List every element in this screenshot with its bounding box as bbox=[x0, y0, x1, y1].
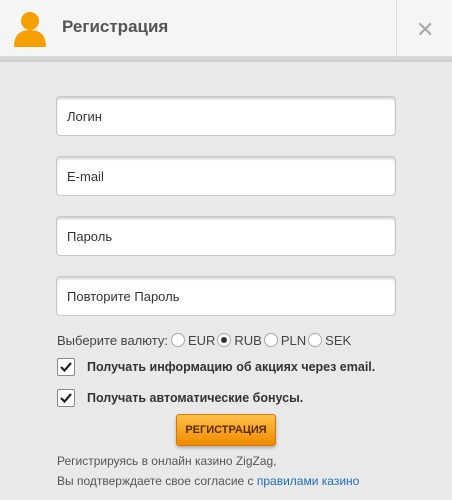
dialog-title: Регистрация bbox=[62, 17, 169, 36]
bonus-checkbox-row: Получать автоматические бонусы. bbox=[57, 389, 303, 407]
currency-option-pln[interactable]: PLN bbox=[281, 333, 306, 348]
password-input[interactable] bbox=[56, 216, 396, 256]
checkmark-icon bbox=[60, 393, 72, 404]
currency-option-sek[interactable]: SEK bbox=[325, 333, 351, 348]
agreement-text-line2: Вы подтверждаете свое согласие с правила… bbox=[57, 474, 359, 488]
currency-option-eur[interactable]: EUR bbox=[188, 333, 215, 348]
agreement-text-line1: Регистрируясь в онлайн казино ZigZag, bbox=[57, 454, 277, 468]
casino-rules-link[interactable]: правилами казино bbox=[257, 474, 359, 488]
email-input[interactable] bbox=[56, 156, 396, 196]
bonus-checkbox[interactable] bbox=[57, 389, 75, 407]
currency-radio-sek[interactable] bbox=[308, 333, 323, 347]
checkmark-icon bbox=[60, 362, 72, 373]
promo-checkbox-row: Получать информацию об акциях через emai… bbox=[57, 358, 375, 376]
bonus-checkbox-label[interactable]: Получать автоматические бонусы. bbox=[87, 391, 303, 405]
login-input[interactable] bbox=[56, 96, 396, 136]
close-button[interactable]: ✕ bbox=[396, 0, 452, 60]
currency-radio-pln[interactable] bbox=[263, 333, 278, 347]
currency-label: Выберите валюту: bbox=[57, 332, 168, 348]
register-button[interactable]: РЕГИСТРАЦИЯ bbox=[176, 414, 276, 446]
currency-radio-rub[interactable] bbox=[217, 333, 232, 347]
currency-selector: Выберите валюту: EUR RUB PLN SEK bbox=[57, 331, 353, 349]
repeat-password-input[interactable] bbox=[56, 276, 396, 316]
dialog-header: Регистрация ✕ bbox=[0, 0, 452, 60]
header-divider bbox=[0, 60, 452, 62]
promo-checkbox-label[interactable]: Получать информацию об акциях через emai… bbox=[87, 360, 375, 374]
close-icon[interactable]: ✕ bbox=[416, 19, 434, 41]
promo-checkbox[interactable] bbox=[57, 358, 75, 376]
agreement-text-prefix: Вы подтверждаете свое согласие с bbox=[57, 474, 257, 488]
currency-option-rub[interactable]: RUB bbox=[234, 333, 261, 348]
user-icon bbox=[14, 12, 46, 47]
currency-radio-eur[interactable] bbox=[170, 333, 185, 347]
